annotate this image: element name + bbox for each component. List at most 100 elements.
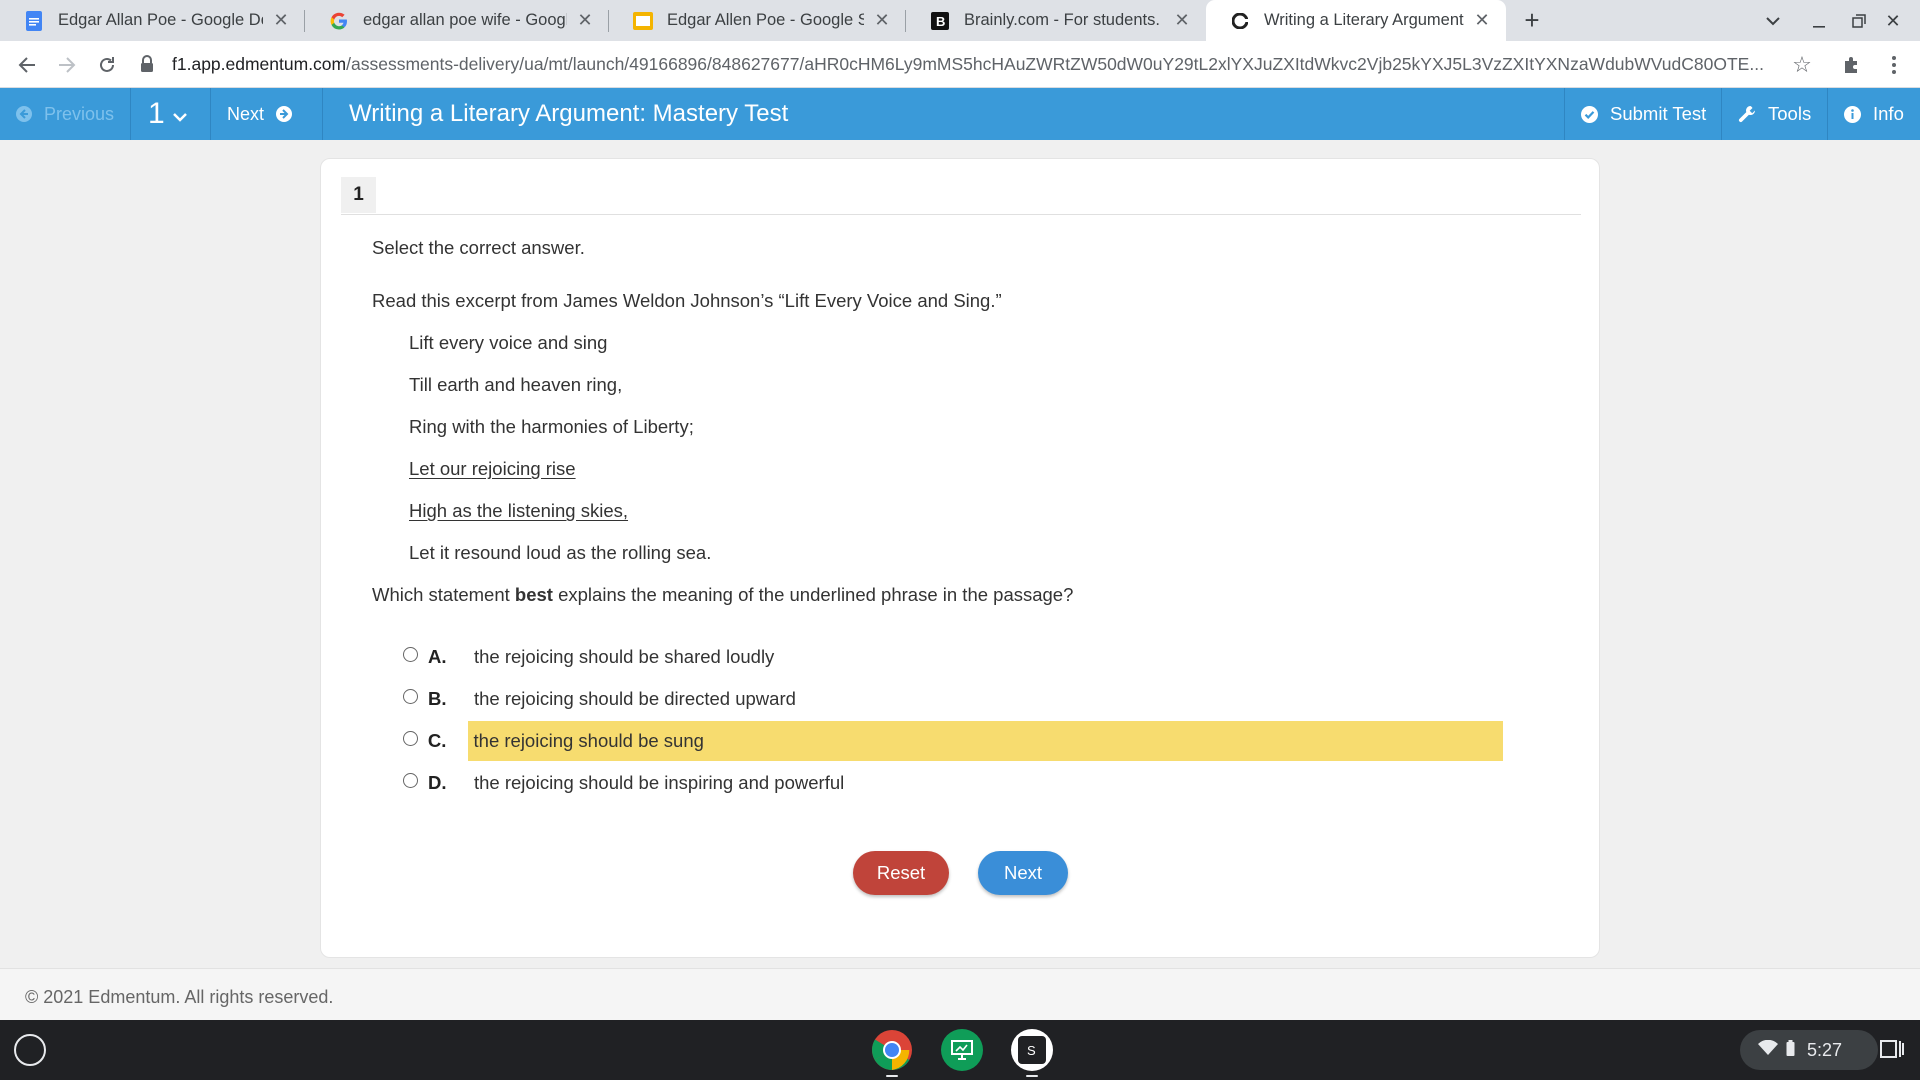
option-text[interactable]: the rejoicing should be shared loudly bbox=[468, 637, 774, 677]
back-arrow-icon[interactable] bbox=[12, 50, 42, 80]
chrome-icon[interactable] bbox=[871, 1029, 913, 1071]
restore-icon[interactable] bbox=[1846, 8, 1872, 34]
url-host: f1.app.edmentum.com bbox=[172, 53, 347, 74]
poem-line-underlined: High as the listening skies, bbox=[409, 500, 629, 521]
reload-icon[interactable] bbox=[92, 50, 122, 80]
close-icon[interactable]: ✕ bbox=[1472, 10, 1492, 31]
radio-button[interactable] bbox=[403, 646, 418, 662]
launcher-circle-icon[interactable] bbox=[14, 1034, 46, 1066]
radio-button[interactable] bbox=[403, 688, 418, 704]
poem-line: Till earth and heaven ring, bbox=[409, 374, 623, 395]
os-taskbar: S 5:27 bbox=[0, 1020, 1920, 1080]
browser-tab-google-slides[interactable]: Edgar Allen Poe - Google Slides ✕ bbox=[609, 0, 906, 41]
next-button[interactable]: Next bbox=[978, 851, 1068, 895]
running-indicator bbox=[886, 1075, 898, 1077]
close-icon[interactable]: ✕ bbox=[872, 10, 892, 31]
tools-button[interactable]: Tools bbox=[1721, 88, 1827, 140]
reset-button[interactable]: Reset bbox=[853, 851, 949, 895]
google-icon bbox=[329, 11, 349, 31]
menu-kebab-icon[interactable] bbox=[1880, 51, 1908, 79]
instruction-text: Select the correct answer. bbox=[372, 237, 585, 258]
submit-test-button[interactable]: Submit Test bbox=[1564, 88, 1721, 140]
poem-line: Ring with the harmonies of Liberty; bbox=[409, 416, 694, 437]
answer-option-d[interactable]: D. the rejoicing should be inspiring and… bbox=[403, 763, 1503, 803]
close-icon[interactable]: ✕ bbox=[575, 10, 595, 31]
info-button[interactable]: Info bbox=[1827, 88, 1920, 140]
tab-title: Writing a Literary Argument: Mastery Tes… bbox=[1264, 11, 1464, 29]
option-letter: A. bbox=[428, 646, 447, 667]
tab-title: Edgar Allan Poe - Google Docs bbox=[58, 11, 263, 29]
footer: © 2021 Edmentum. All rights reserved. bbox=[0, 968, 1920, 1020]
browser-tab-google-search[interactable]: edgar allan poe wife - Google Search ✕ bbox=[305, 0, 609, 41]
browser-toolbar: f1.app.edmentum.com/assessments-delivery… bbox=[0, 41, 1920, 88]
extensions-puzzle-icon[interactable] bbox=[1838, 51, 1866, 79]
arrow-left-circle-icon bbox=[16, 106, 32, 122]
edmentum-icon bbox=[1230, 11, 1250, 31]
google-slides-icon bbox=[633, 11, 653, 31]
submit-test-label: Submit Test bbox=[1610, 103, 1707, 124]
question-tab[interactable]: 1 bbox=[341, 177, 376, 213]
check-circle-icon bbox=[1581, 105, 1598, 123]
url-path: /assessments-delivery/ua/mt/launch/49166… bbox=[346, 53, 1764, 74]
tab-title: edgar allan poe wife - Google Search bbox=[363, 11, 567, 29]
bookmark-star-icon[interactable]: ☆ bbox=[1788, 51, 1816, 79]
running-indicator bbox=[1026, 1075, 1038, 1077]
radio-button[interactable] bbox=[403, 730, 418, 746]
info-icon bbox=[1844, 105, 1861, 123]
prompt-emphasis: best bbox=[514, 584, 553, 605]
status-tray[interactable]: 5:27 bbox=[1740, 1030, 1878, 1070]
tab-title: Edgar Allen Poe - Google Slides bbox=[667, 11, 864, 29]
option-text[interactable]: the rejoicing should be inspiring and po… bbox=[468, 763, 844, 803]
new-tab-icon[interactable]: + bbox=[1518, 5, 1546, 35]
google-docs-icon bbox=[24, 10, 44, 31]
question-number-dropdown[interactable]: 1 bbox=[131, 88, 211, 140]
test-header-bar: Previous 1 Next Writing a Literary Argum… bbox=[0, 88, 1920, 140]
browser-tab-brainly[interactable]: B Brainly.com - For students. By student… bbox=[906, 0, 1206, 41]
test-title: Writing a Literary Argument: Mastery Tes… bbox=[349, 100, 789, 127]
previous-button[interactable]: Previous bbox=[0, 88, 131, 140]
next-label: Next bbox=[227, 103, 265, 124]
option-text[interactable]: the rejoicing should be directed upward bbox=[468, 679, 796, 719]
close-icon[interactable]: ✕ bbox=[271, 10, 291, 31]
divider bbox=[341, 214, 1581, 215]
prompt-text: explains the meaning of the underlined p… bbox=[552, 584, 1074, 605]
svg-text:S: S bbox=[1027, 1043, 1036, 1058]
s-app-icon[interactable]: S bbox=[1011, 1029, 1053, 1071]
brainly-icon: B bbox=[930, 11, 950, 31]
tab-search-chevron-icon[interactable] bbox=[1760, 8, 1786, 34]
browser-tab-edmentum[interactable]: Writing a Literary Argument: Mastery Tes… bbox=[1206, 0, 1506, 41]
poem-line: Lift every voice and sing bbox=[409, 332, 608, 353]
browser-tab-google-docs[interactable]: Edgar Allan Poe - Google Docs ✕ bbox=[0, 0, 305, 41]
clock-time: 5:27 bbox=[1807, 1039, 1843, 1060]
option-text-highlighted[interactable]: the rejoicing should be sung bbox=[467, 721, 1503, 761]
close-icon[interactable]: ✕ bbox=[1172, 10, 1192, 31]
info-label: Info bbox=[1873, 103, 1904, 124]
tab-title: Brainly.com - For students. By students. bbox=[964, 11, 1164, 29]
classroom-screen-icon[interactable] bbox=[941, 1029, 983, 1071]
option-letter: C. bbox=[427, 730, 447, 751]
radio-button[interactable] bbox=[403, 772, 418, 788]
poem-line-underlined: Let our rejoicing rise bbox=[409, 458, 576, 479]
close-window-icon[interactable]: ✕ bbox=[1880, 8, 1906, 34]
excerpt-intro: Read this excerpt from James Weldon John… bbox=[372, 290, 1002, 311]
overview-windows-icon[interactable] bbox=[1880, 1039, 1904, 1061]
chevron-down-icon bbox=[172, 113, 187, 123]
answer-option-a[interactable]: A. the rejoicing should be shared loudly bbox=[403, 637, 1503, 677]
previous-label: Previous bbox=[44, 103, 115, 124]
option-letter: B. bbox=[428, 688, 447, 709]
forward-arrow-icon[interactable] bbox=[52, 50, 82, 80]
lock-icon[interactable] bbox=[140, 55, 156, 73]
address-bar[interactable]: f1.app.edmentum.com/assessments-delivery… bbox=[140, 45, 1790, 83]
copyright-text: © 2021 Edmentum. All rights reserved. bbox=[25, 987, 334, 1007]
answer-option-c[interactable]: C. the rejoicing should be sung bbox=[403, 721, 1503, 761]
browser-tab-strip: Edgar Allan Poe - Google Docs ✕ edgar al… bbox=[0, 0, 1920, 41]
prompt-text: Which statement bbox=[372, 584, 515, 605]
question-card: 1 Select the correct answer. Read this e… bbox=[320, 158, 1600, 958]
question-prompt: Which statement best explains the meanin… bbox=[372, 584, 1073, 606]
answer-option-b[interactable]: B. the rejoicing should be directed upwa… bbox=[403, 679, 1503, 719]
minimize-icon[interactable] bbox=[1806, 8, 1832, 34]
svg-text:B: B bbox=[936, 14, 945, 29]
header-next-button[interactable]: Next bbox=[211, 88, 323, 140]
option-letter: D. bbox=[428, 772, 447, 793]
question-number: 1 bbox=[148, 97, 165, 130]
